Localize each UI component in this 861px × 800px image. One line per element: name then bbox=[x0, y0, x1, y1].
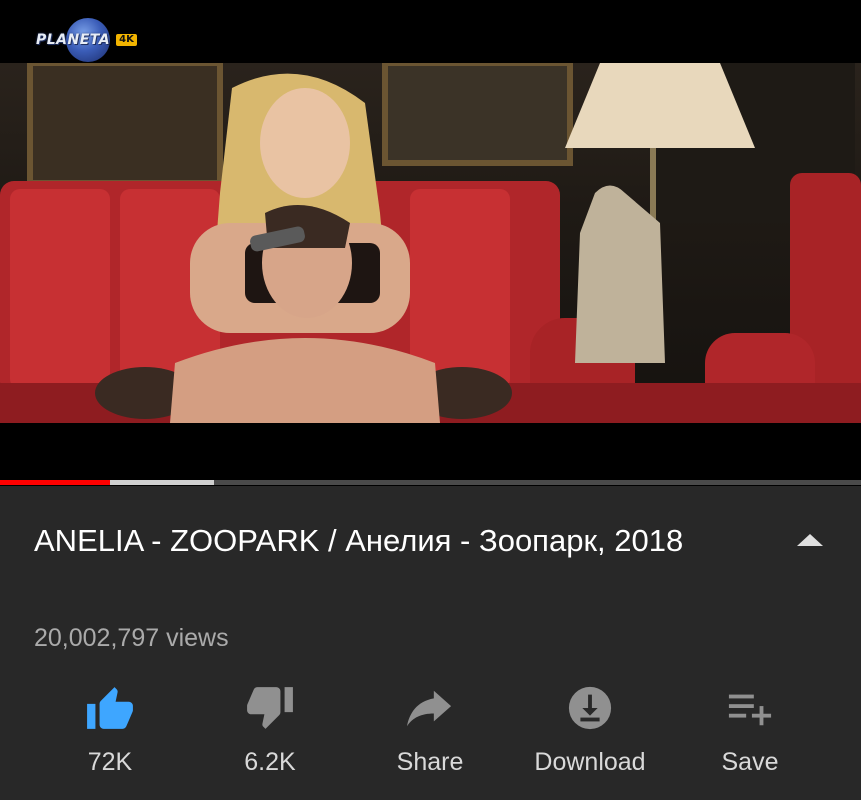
download-button[interactable]: Download bbox=[510, 680, 670, 790]
like-button[interactable]: 72K bbox=[30, 680, 190, 790]
channel-logo: PLANETA 4K bbox=[36, 18, 137, 62]
download-label: Download bbox=[534, 748, 646, 776]
progress-played bbox=[0, 480, 111, 485]
video-thumbnail-image bbox=[0, 63, 861, 423]
video-player[interactable]: PLANETA 4K bbox=[0, 0, 861, 486]
download-icon bbox=[562, 680, 618, 736]
video-frame[interactable] bbox=[0, 63, 861, 423]
chevron-up-icon bbox=[797, 534, 823, 546]
view-count: 20,002,797 views bbox=[34, 624, 229, 652]
video-progress-bar[interactable] bbox=[0, 480, 861, 485]
share-label: Share bbox=[396, 748, 464, 776]
video-title-row[interactable]: ANELIA - ZOOPARK / Анелия - Зоопарк, 201… bbox=[34, 516, 824, 566]
thumbs-up-icon bbox=[82, 680, 138, 736]
share-button[interactable]: Share bbox=[350, 680, 510, 790]
save-label: Save bbox=[721, 748, 779, 776]
video-title: ANELIA - ZOOPARK / Анелия - Зоопарк, 201… bbox=[34, 523, 684, 558]
like-count: 72K bbox=[87, 748, 133, 776]
logo-text: PLANETA bbox=[36, 32, 111, 48]
dislike-count: 6.2K bbox=[244, 748, 296, 776]
action-bar: 72K 6.2K Share Download Save bbox=[30, 680, 830, 790]
thumbs-down-icon bbox=[242, 680, 298, 736]
playlist-add-icon bbox=[722, 680, 778, 736]
save-button[interactable]: Save bbox=[670, 680, 830, 790]
4k-badge: 4K bbox=[116, 34, 137, 46]
share-icon bbox=[402, 680, 458, 736]
expand-description-button[interactable] bbox=[795, 530, 825, 550]
dislike-button[interactable]: 6.2K bbox=[190, 680, 350, 790]
